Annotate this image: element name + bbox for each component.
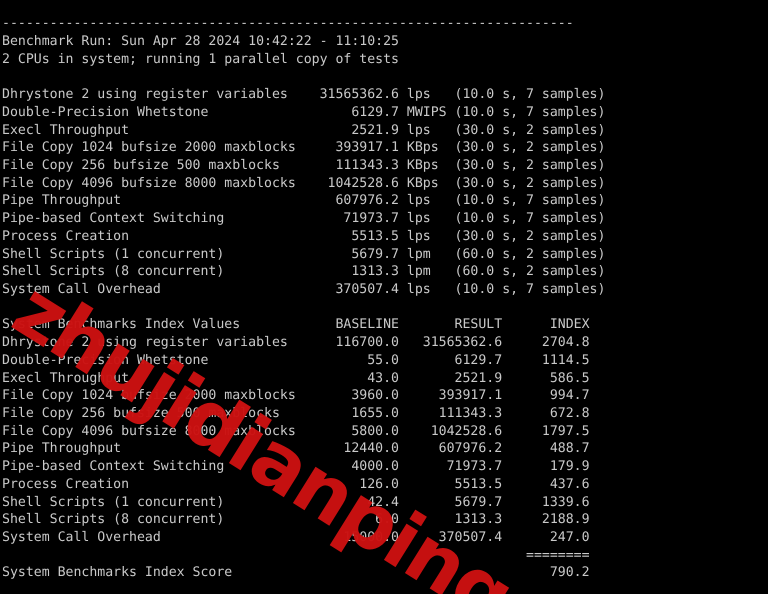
benchmark-output-text: ----------------------------------------… [2,16,606,581]
terminal-window: ----------------------------------------… [0,0,768,594]
